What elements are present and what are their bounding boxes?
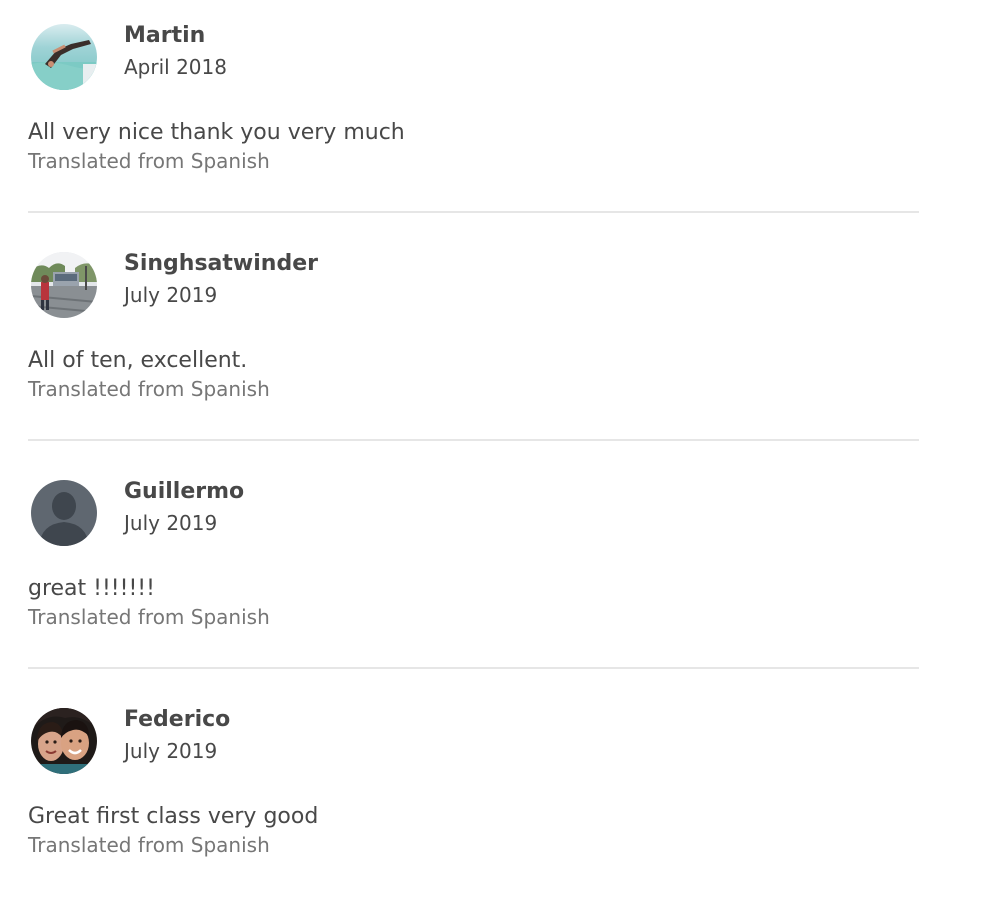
review-item: Martin April 2018 All very nice thank yo… xyxy=(28,0,919,228)
translation-note: Translated from Spanish xyxy=(28,605,270,629)
reviewer-avatar[interactable] xyxy=(31,252,97,318)
review-divider xyxy=(28,667,919,669)
review-text: Great first class very good xyxy=(28,804,319,829)
review-divider xyxy=(28,211,919,213)
reviewer-name: Guillermo xyxy=(124,479,245,504)
review-item: Guillermo July 2019 great !!!!!!! Transl… xyxy=(28,456,919,684)
diver-photo-avatar-icon xyxy=(31,24,97,90)
reviewer-name: Federico xyxy=(124,707,231,732)
reviewer-avatar[interactable] xyxy=(31,24,97,90)
review-date: July 2019 xyxy=(124,283,218,307)
reviewer-name: Martin xyxy=(124,23,206,48)
translation-note: Translated from Spanish xyxy=(28,149,270,173)
review-item: Federico July 2019 Great first class ver… xyxy=(28,684,919,912)
translation-note: Translated from Spanish xyxy=(28,833,270,857)
reviewer-name: Singhsatwinder xyxy=(124,251,318,276)
review-text: great !!!!!!! xyxy=(28,576,155,601)
review-date: April 2018 xyxy=(124,55,227,79)
review-date: July 2019 xyxy=(124,739,218,763)
review-divider xyxy=(28,439,919,441)
review-text: All very nice thank you very much xyxy=(28,120,405,145)
default-user-silhouette-icon xyxy=(31,480,97,546)
reviewer-avatar[interactable] xyxy=(31,480,97,546)
reviewer-avatar[interactable] xyxy=(31,708,97,774)
couple-selfie-photo-avatar-icon xyxy=(31,708,97,774)
street-tram-photo-avatar-icon xyxy=(31,252,97,318)
review-text: All of ten, excellent. xyxy=(28,348,248,373)
translation-note: Translated from Spanish xyxy=(28,377,270,401)
review-item: Singhsatwinder July 2019 All of ten, exc… xyxy=(28,228,919,456)
review-date: July 2019 xyxy=(124,511,218,535)
